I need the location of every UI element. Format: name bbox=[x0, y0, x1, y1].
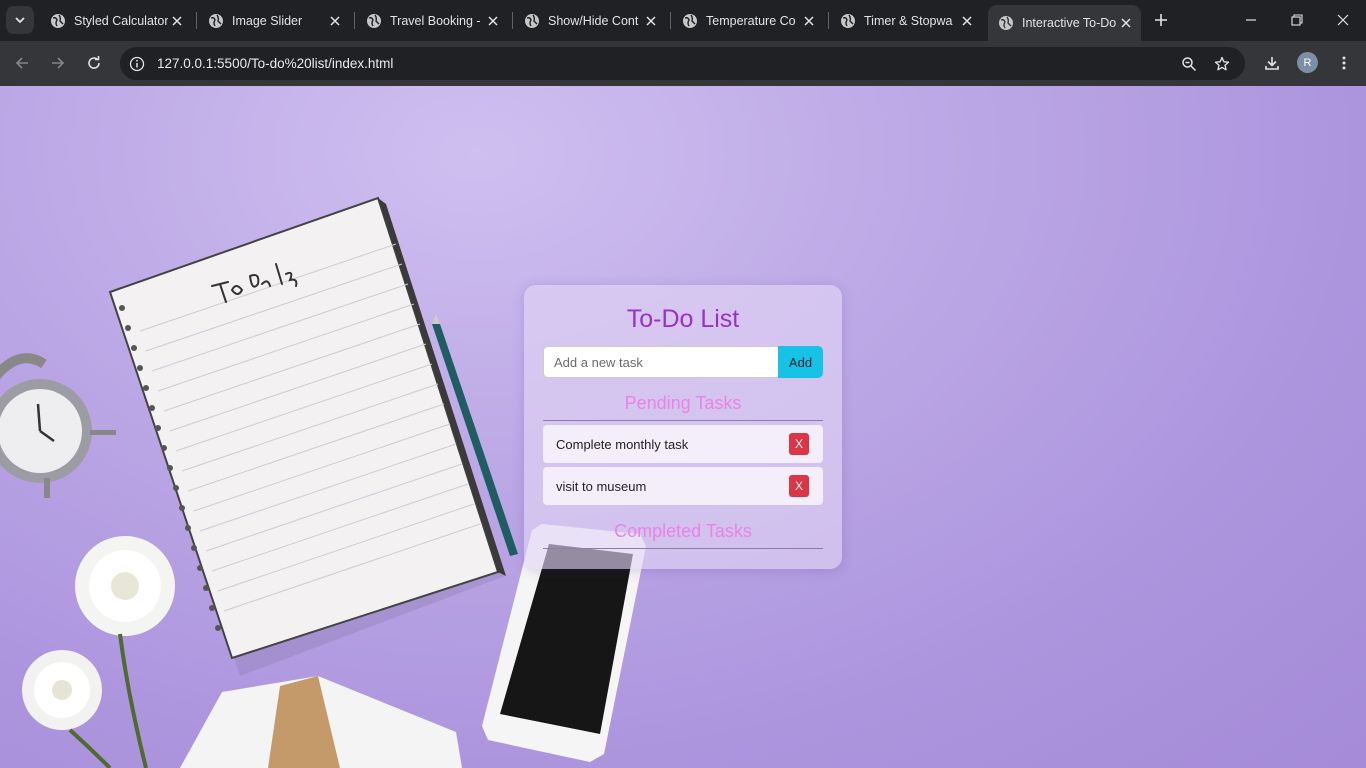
close-icon[interactable] bbox=[642, 12, 660, 30]
globe-icon bbox=[51, 13, 65, 28]
address-bar[interactable]: 127.0.0.1:5500/To-do%20list/index.html bbox=[120, 47, 1245, 80]
tab-interactive-todo[interactable]: Interactive To-Do bbox=[988, 5, 1141, 41]
minimize-button[interactable] bbox=[1236, 6, 1266, 34]
reload-icon bbox=[88, 56, 100, 69]
tab-strip: Styled Calculator Image Slider Travel Bo… bbox=[0, 0, 1366, 41]
menu-button[interactable] bbox=[1330, 49, 1358, 77]
close-icon[interactable] bbox=[168, 12, 186, 30]
close-icon[interactable] bbox=[958, 12, 976, 30]
forward-button[interactable] bbox=[44, 49, 72, 77]
browser-toolbar: 127.0.0.1:5500/To-do%20list/index.html R bbox=[0, 41, 1366, 86]
tab-show-hide[interactable]: Show/Hide Cont bbox=[514, 5, 666, 36]
download-icon bbox=[1265, 57, 1279, 70]
plus-icon bbox=[1155, 14, 1167, 26]
tab-styled-calculator[interactable]: Styled Calculator bbox=[40, 5, 192, 36]
tab-title: Interactive To-Do bbox=[1022, 16, 1117, 30]
tab-timer-stopwatch[interactable]: Timer & Stopwa bbox=[830, 5, 982, 36]
restore-button[interactable] bbox=[1282, 6, 1312, 34]
site-info-icon[interactable] bbox=[126, 53, 148, 75]
close-icon[interactable] bbox=[484, 12, 502, 30]
globe-icon bbox=[841, 13, 855, 28]
tab-title: Timer & Stopwa bbox=[864, 13, 953, 28]
tab-title: Image Slider bbox=[232, 13, 303, 28]
todo-card: To-Do List Add Pending Tasks Complete mo… bbox=[524, 285, 842, 569]
flower-illustration bbox=[22, 536, 175, 768]
task-item[interactable]: visit to museum X bbox=[543, 467, 823, 505]
task-text: visit to museum bbox=[556, 479, 647, 494]
profile-avatar[interactable]: R bbox=[1297, 52, 1318, 73]
globe-icon bbox=[525, 13, 539, 28]
chevron-down-icon bbox=[15, 17, 25, 24]
tab-title: Travel Booking - bbox=[390, 13, 481, 28]
url-text: 127.0.0.1:5500/To-do%20list/index.html bbox=[157, 56, 394, 71]
add-task-button[interactable]: Add bbox=[778, 346, 823, 378]
tab-title: Temperature Co bbox=[706, 13, 796, 28]
delete-task-button[interactable]: X bbox=[789, 475, 809, 497]
tab-separator bbox=[196, 12, 197, 29]
tab-search-button[interactable] bbox=[6, 6, 34, 34]
globe-icon bbox=[209, 13, 223, 28]
forward-icon bbox=[52, 57, 65, 69]
back-button[interactable] bbox=[8, 49, 36, 77]
tab-separator bbox=[828, 12, 829, 29]
tab-title: Show/Hide Cont bbox=[548, 13, 639, 28]
close-icon[interactable] bbox=[1117, 14, 1135, 32]
back-icon bbox=[15, 57, 28, 69]
globe-icon bbox=[999, 16, 1013, 30]
star-icon[interactable] bbox=[1211, 53, 1233, 75]
tab-separator bbox=[354, 12, 355, 29]
new-tab-button[interactable] bbox=[1149, 8, 1173, 32]
tab-temperature[interactable]: Temperature Co bbox=[672, 5, 824, 36]
close-window-button[interactable] bbox=[1328, 6, 1358, 34]
tab-separator bbox=[670, 12, 671, 29]
tab-travel-booking[interactable]: Travel Booking - bbox=[356, 5, 508, 36]
new-task-input[interactable] bbox=[543, 346, 779, 378]
completed-tasks-title: Completed Tasks bbox=[614, 521, 752, 541]
tab-title: Styled Calculator bbox=[74, 13, 168, 28]
task-text: Complete monthly task bbox=[556, 437, 689, 452]
app-title: To-Do List bbox=[626, 305, 740, 333]
globe-icon bbox=[683, 13, 697, 28]
tab-image-slider[interactable]: Image Slider bbox=[198, 5, 350, 36]
reload-button[interactable] bbox=[80, 49, 108, 77]
completed-divider bbox=[543, 548, 823, 549]
downloads-button[interactable] bbox=[1258, 49, 1286, 77]
alarm-clock-illustration bbox=[0, 353, 116, 498]
close-icon[interactable] bbox=[800, 12, 818, 30]
task-item[interactable]: Complete monthly task X bbox=[543, 425, 823, 463]
menu-icon bbox=[1342, 56, 1346, 70]
restore-icon bbox=[1291, 14, 1303, 26]
tab-separator bbox=[512, 12, 513, 29]
minimize-icon bbox=[1246, 19, 1256, 21]
close-icon[interactable] bbox=[326, 12, 344, 30]
envelope-illustration bbox=[180, 676, 462, 768]
page-background: To-Do List Add Pending Tasks Complete mo… bbox=[0, 86, 1366, 768]
globe-icon bbox=[367, 13, 381, 28]
zoom-icon[interactable] bbox=[1178, 53, 1200, 75]
pending-tasks-title: Pending Tasks bbox=[624, 393, 742, 413]
pending-divider bbox=[543, 420, 823, 421]
close-icon bbox=[1337, 14, 1349, 26]
delete-task-button[interactable]: X bbox=[789, 433, 809, 455]
